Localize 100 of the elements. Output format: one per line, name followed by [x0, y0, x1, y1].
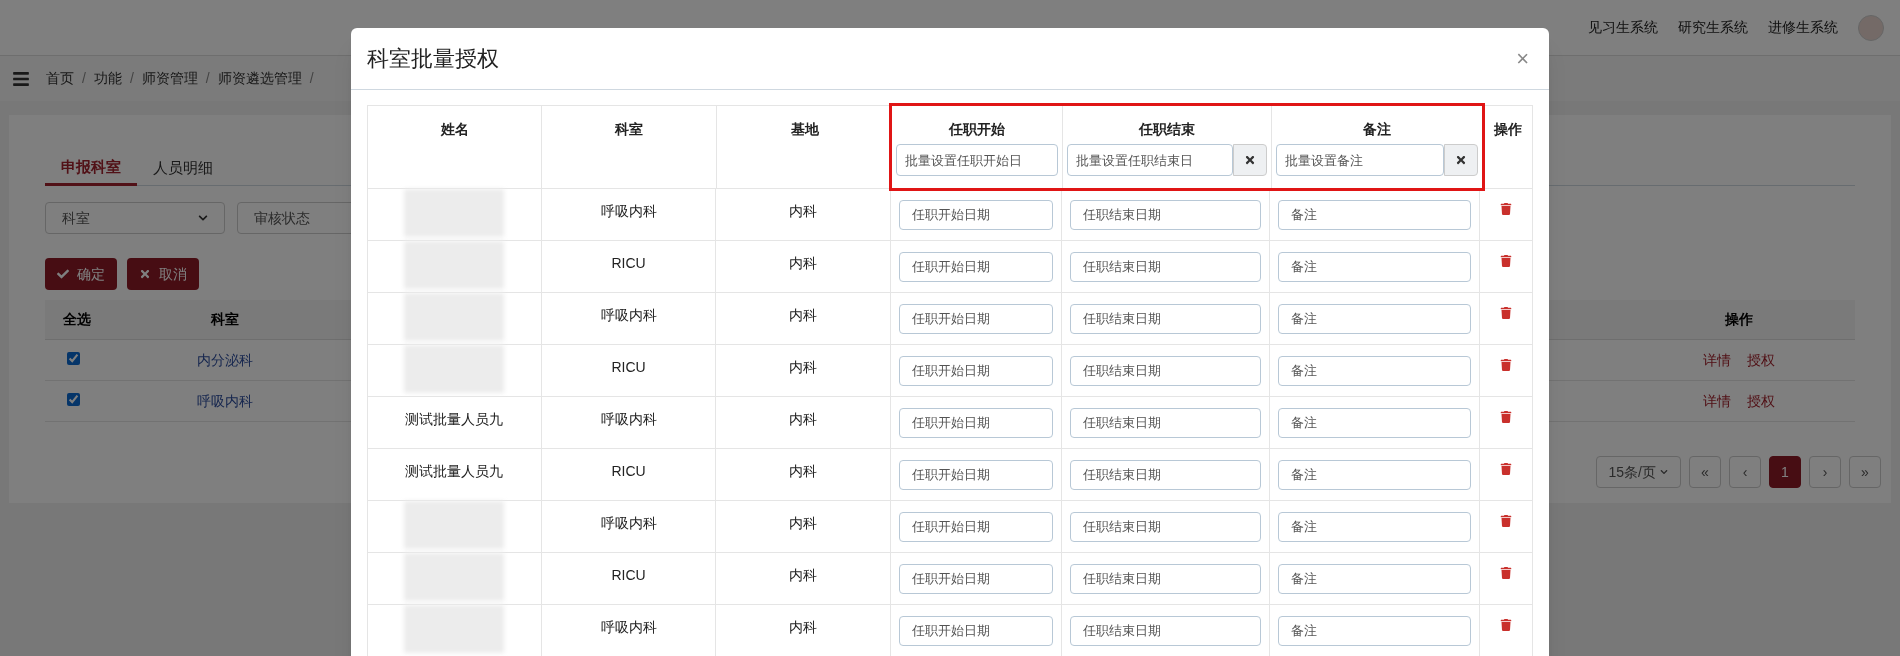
tab[interactable]: 人员明细	[137, 151, 229, 186]
nav-link[interactable]: 研究生系统	[1678, 17, 1748, 38]
page-button[interactable]: «	[1689, 456, 1721, 488]
date-input[interactable]: 备注	[1278, 563, 1472, 594]
table-cell-text: RICU	[611, 254, 646, 273]
date-input[interactable]: 任职开始日期	[899, 303, 1053, 334]
trash-icon	[1500, 411, 1513, 423]
date-input[interactable]: 任职开始日期	[899, 407, 1053, 438]
table-cell-text: 测试批量人员九	[405, 410, 504, 429]
breadcrumb-link[interactable]: 师资管理	[141, 68, 198, 89]
date-input[interactable]: 备注	[1278, 303, 1472, 334]
date-input[interactable]: 备注	[1278, 615, 1472, 646]
department-link[interactable]: 内分泌科	[145, 349, 305, 371]
date-input[interactable]: 任职开始日期	[899, 199, 1053, 230]
page-button[interactable]: 1	[1769, 456, 1801, 488]
column-header: 操作	[1494, 120, 1522, 139]
table-cell-text: 内科	[789, 410, 818, 429]
date-input[interactable]: 任职结束日期	[1069, 251, 1262, 282]
close-button[interactable]: ×	[1512, 47, 1533, 70]
department-link[interactable]: 呼吸内科	[145, 390, 305, 412]
table-cell-text: RICU	[611, 566, 646, 585]
date-input[interactable]: 任职结束日期	[1069, 303, 1262, 334]
trash-icon	[1500, 515, 1513, 527]
table-cell-text: 测试批量人员九	[405, 462, 504, 481]
date-input[interactable]: 任职开始日期	[899, 511, 1053, 542]
page-button[interactable]: ‹	[1729, 456, 1761, 488]
table-cell-text: 呼吸内科	[600, 306, 657, 325]
date-input[interactable]: 任职开始日期	[899, 563, 1053, 594]
column-header: 科室	[615, 120, 643, 139]
date-input[interactable]: 任职结束日期	[1069, 459, 1262, 490]
trash-icon	[1500, 359, 1513, 371]
date-input[interactable]: 备注	[1278, 511, 1472, 542]
table-cell-text: 内科	[789, 254, 818, 273]
table-cell-text: 内科	[789, 306, 818, 325]
trash-icon	[1500, 203, 1513, 215]
date-input[interactable]: 备注	[1278, 251, 1472, 282]
date-input[interactable]: 备注	[1278, 199, 1472, 230]
menu-icon	[12, 69, 30, 88]
table-cell-text: 内科	[789, 358, 818, 377]
nav-link[interactable]: 见习生系统	[1588, 17, 1658, 38]
date-input[interactable]: 备注	[1278, 407, 1472, 438]
action-link[interactable]: 详情	[1703, 390, 1731, 412]
close-icon	[1244, 154, 1256, 166]
trash-icon	[1500, 307, 1513, 319]
batch-input[interactable]: 批量设置备注	[1276, 144, 1444, 176]
date-input[interactable]: 任职结束日期	[1069, 511, 1262, 542]
action-button[interactable]: 取消	[127, 258, 199, 290]
page-button[interactable]: ›	[1809, 456, 1841, 488]
date-input[interactable]: 任职结束日期	[1069, 615, 1262, 646]
clear-button[interactable]	[1233, 144, 1267, 176]
batch-input[interactable]: 批量设置任职结束日	[1067, 144, 1233, 176]
page-button[interactable]: »	[1849, 456, 1881, 488]
page-size-select[interactable]: 15条/页	[1595, 456, 1681, 488]
breadcrumb-separator: /	[309, 69, 314, 88]
table-cell-text: RICU	[611, 462, 646, 481]
column-header: 科室	[209, 310, 240, 329]
trash-icon	[1500, 255, 1513, 267]
batch-input[interactable]: 批量设置任职开始日	[896, 144, 1058, 176]
date-input[interactable]: 任职开始日期	[899, 615, 1053, 646]
action-button[interactable]: 确定	[45, 258, 117, 290]
action-link[interactable]: 授权	[1747, 390, 1775, 412]
close-icon	[1455, 154, 1467, 166]
date-input[interactable]: 任职结束日期	[1069, 355, 1262, 386]
caret-icon	[1660, 468, 1668, 476]
breadcrumb-separator: /	[82, 69, 86, 88]
table-cell-text: 内科	[789, 566, 818, 585]
trash-icon	[1500, 619, 1513, 631]
column-header: 操作	[1724, 310, 1754, 329]
date-input[interactable]: 任职结束日期	[1069, 407, 1262, 438]
row-checkbox[interactable]	[67, 351, 80, 365]
table-cell-text: 呼吸内科	[600, 202, 657, 221]
date-input[interactable]: 备注	[1278, 459, 1472, 490]
trash-icon	[1500, 567, 1513, 579]
date-input[interactable]: 任职结束日期	[1069, 563, 1262, 594]
clear-button[interactable]	[1444, 144, 1478, 176]
date-input[interactable]: 任职开始日期	[899, 251, 1053, 282]
date-input[interactable]: 任职结束日期	[1069, 199, 1262, 230]
table-cell-text: 内科	[789, 462, 818, 481]
date-input[interactable]: 任职开始日期	[899, 355, 1053, 386]
date-input[interactable]: 备注	[1278, 355, 1472, 386]
action-link[interactable]: 授权	[1747, 349, 1775, 371]
column-header: 任职结束	[1139, 120, 1195, 139]
caret-icon	[198, 213, 208, 223]
breadcrumb-link[interactable]: 功能	[93, 68, 122, 89]
table-cell-text: RICU	[611, 358, 646, 377]
breadcrumb-separator: /	[129, 69, 134, 88]
tab[interactable]: 申报科室	[45, 151, 137, 186]
breadcrumb-link[interactable]: 师资遴选管理	[217, 68, 302, 89]
filter-select[interactable]: 科室	[45, 202, 225, 234]
breadcrumb-link[interactable]: 首页	[46, 68, 74, 89]
table-cell-text: 呼吸内科	[600, 618, 657, 637]
action-link[interactable]: 详情	[1703, 349, 1731, 371]
nav-link[interactable]: 进修生系统	[1768, 17, 1838, 38]
trash-icon	[1500, 463, 1513, 475]
select-text: 科室	[62, 208, 90, 228]
column-header: 全选	[62, 310, 92, 329]
column-header: 姓名	[440, 120, 469, 139]
row-checkbox[interactable]	[67, 392, 80, 406]
close-icon	[139, 268, 151, 280]
date-input[interactable]: 任职开始日期	[899, 459, 1053, 490]
